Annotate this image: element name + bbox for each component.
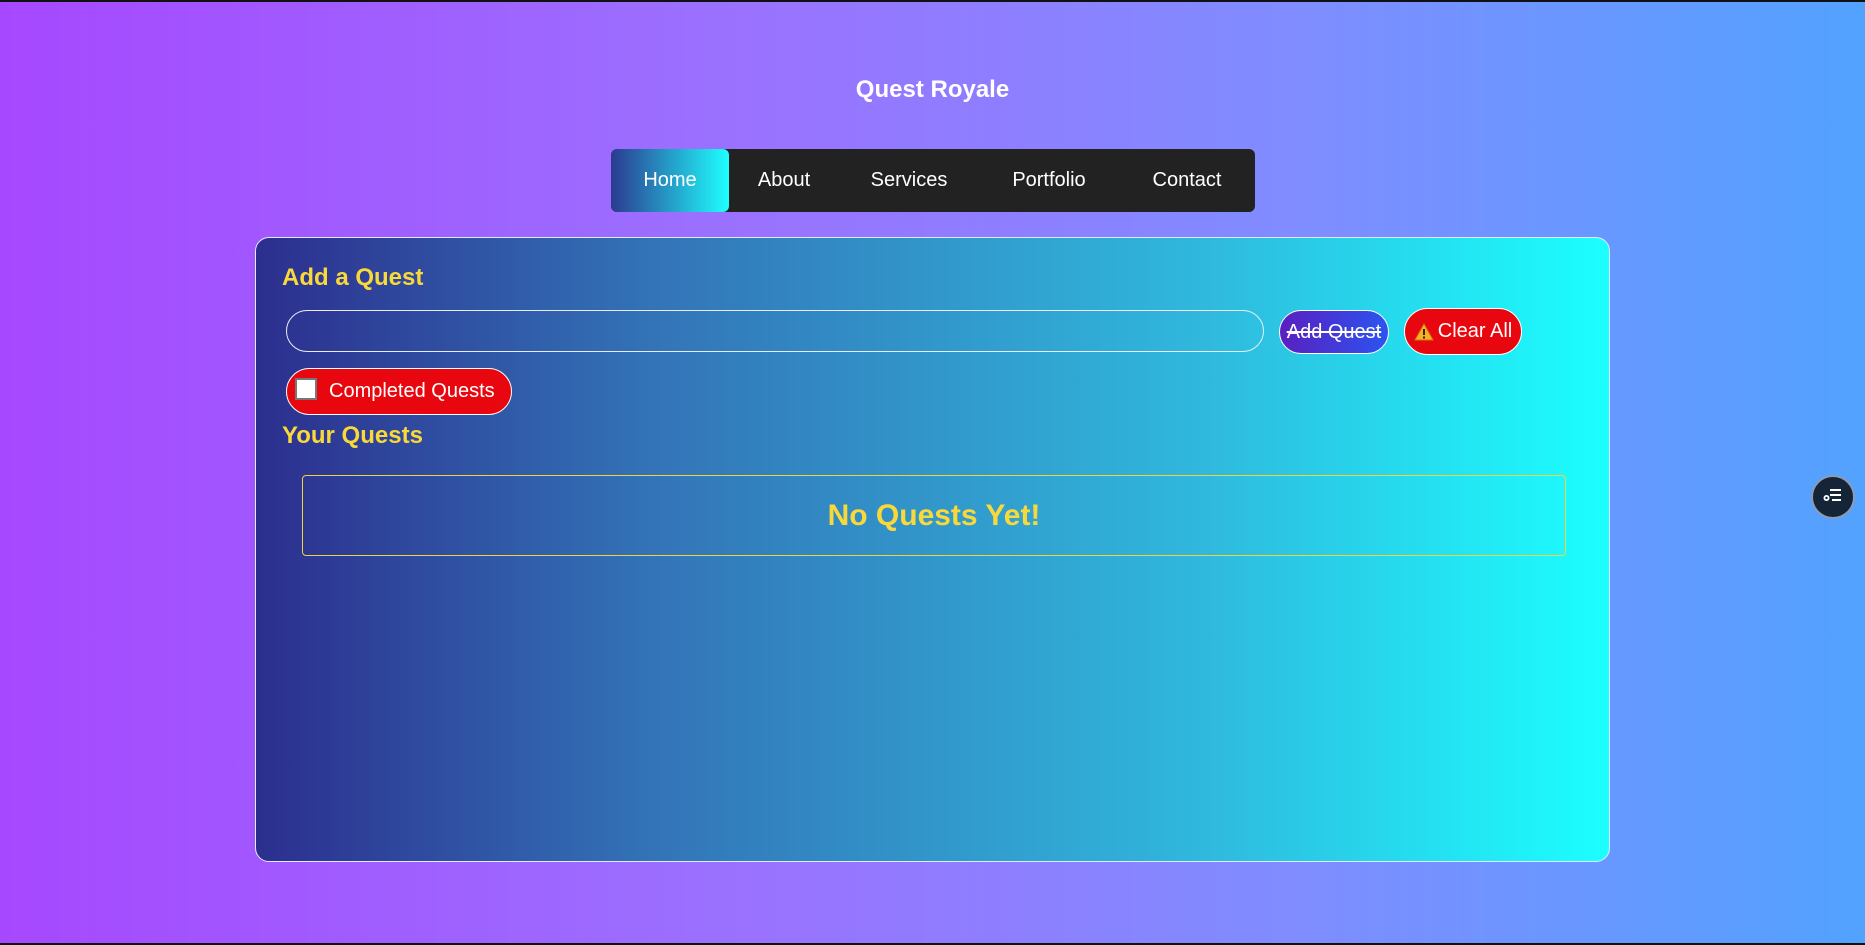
add-quest-button[interactable]: Add Quest xyxy=(1279,310,1389,354)
floating-menu-button[interactable] xyxy=(1811,475,1855,519)
main-nav: Home About Services Portfolio Contact xyxy=(611,149,1255,212)
app-title: Quest Royale xyxy=(855,76,1010,103)
quest-input[interactable] xyxy=(286,310,1264,352)
nav-item-portfolio[interactable]: Portfolio xyxy=(979,149,1119,212)
nav-item-contact[interactable]: Contact xyxy=(1119,149,1255,212)
nav-item-home[interactable]: Home xyxy=(611,149,729,212)
empty-quests-box: No Quests Yet! xyxy=(302,475,1566,556)
add-quest-label: Add Quest xyxy=(1286,320,1382,343)
clear-all-label: Clear All xyxy=(1437,320,1513,342)
menu-list-icon xyxy=(1823,487,1843,508)
nav-item-services[interactable]: Services xyxy=(839,149,979,212)
add-quest-heading: Add a Quest xyxy=(282,264,424,291)
nav-item-about[interactable]: About xyxy=(729,149,839,212)
completed-quests-toggle[interactable]: Completed Quests xyxy=(286,368,512,415)
completed-quests-label: Completed Quests xyxy=(329,380,495,402)
completed-checkbox[interactable] xyxy=(295,377,317,400)
your-quests-heading: Your Quests xyxy=(282,422,423,449)
clear-all-button[interactable]: Clear All xyxy=(1404,308,1522,355)
empty-quests-message: No Quests Yet! xyxy=(827,498,1041,532)
quest-panel: Add a Quest Add Quest Clear All Complete… xyxy=(255,237,1610,862)
warning-icon xyxy=(1413,322,1434,341)
